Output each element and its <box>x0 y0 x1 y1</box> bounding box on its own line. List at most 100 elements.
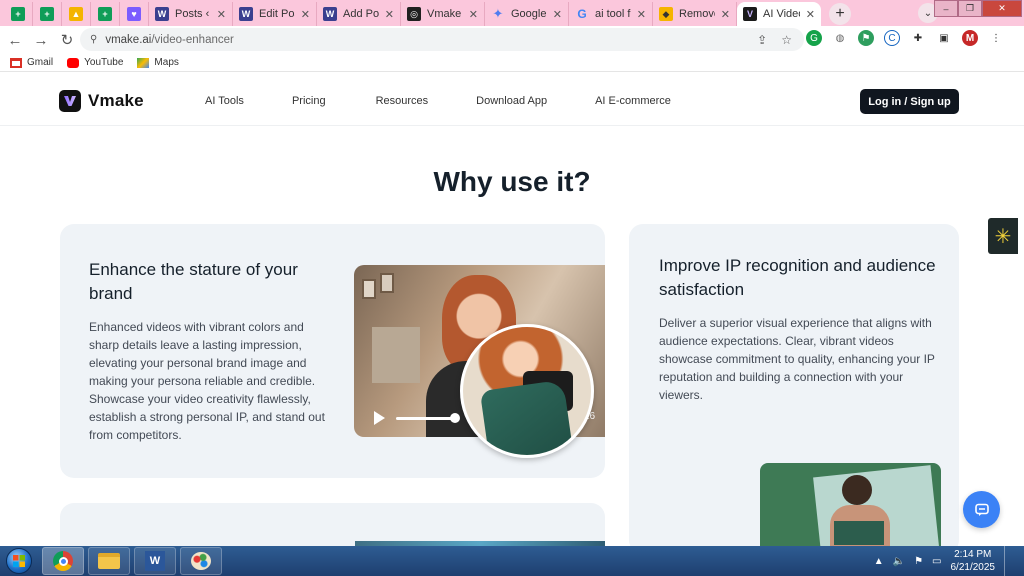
brand-name: Vmake <box>88 91 144 110</box>
shelf-image <box>372 327 420 383</box>
video-progress-track[interactable] <box>396 417 454 420</box>
site-info-icon[interactable]: ⚲ <box>90 34 97 45</box>
copyright-extension-icon[interactable]: C <box>884 30 900 46</box>
address-bar[interactable]: ⚲ vmake.ai/video-enhancer ⇪ ☆ <box>80 28 804 51</box>
close-icon[interactable]: ✕ <box>553 8 562 21</box>
youtube-icon <box>67 57 80 68</box>
nav-download-app[interactable]: Download App <box>476 95 547 107</box>
tab-title: Edit Post <box>259 8 295 20</box>
chat-support-icon[interactable] <box>963 491 1000 528</box>
browser-tab[interactable]: W Edit Post ✕ <box>233 2 317 26</box>
browser-menu-icon[interactable]: ⋮ <box>988 30 1004 46</box>
system-tray: ▲ 🔈 ⚑ ▭ 2:14 PM 6/21/2025 <box>874 546 1024 576</box>
browser-tab[interactable]: ✦ Google G ✕ <box>485 2 569 26</box>
puzzle-extensions-icon[interactable]: ✚ <box>910 30 926 46</box>
window-close-button[interactable]: ✕ <box>982 0 1022 17</box>
show-desktop-button[interactable] <box>1004 546 1014 576</box>
browser-tab[interactable]: ◎ Vmake AI ✕ <box>401 2 485 26</box>
action-center-flag-icon[interactable]: ⚑ <box>914 556 923 567</box>
close-icon[interactable]: ✕ <box>385 8 394 21</box>
bookmark-youtube[interactable]: YouTube <box>67 57 123 68</box>
gmail-icon <box>10 57 22 68</box>
card-description: Deliver a superior visual experience tha… <box>659 316 935 402</box>
play-icon[interactable] <box>374 411 385 425</box>
profile-avatar[interactable]: M <box>962 30 978 46</box>
word-icon: W <box>145 551 165 571</box>
bookmark-label: YouTube <box>84 57 124 68</box>
taskbar-word[interactable]: W <box>134 547 176 575</box>
side-panel-icon[interactable]: ▣ <box>936 30 952 46</box>
tab-title: ai tool for <box>595 8 631 20</box>
clock[interactable]: 2:14 PM 6/21/2025 <box>951 548 996 574</box>
volume-muted-icon[interactable]: 🔈 <box>893 556 905 567</box>
browser-tab[interactable]: ◆ Remove B ✕ <box>653 2 737 26</box>
wall-frame-image <box>380 273 394 293</box>
tab-title: Posts ‹ ai <box>175 8 211 20</box>
browser-tab[interactable]: + <box>4 2 33 26</box>
wordpress-icon: W <box>323 7 337 21</box>
back-arrow-icon[interactable]: ← <box>2 32 28 49</box>
network-icon[interactable]: ▭ <box>932 556 941 567</box>
green-extension-icon[interactable]: ⚑ <box>858 30 874 46</box>
grammarly-extension-icon[interactable]: G <box>806 30 822 46</box>
tray-arrow-icon[interactable]: ▲ <box>874 556 884 567</box>
openai-icon: ◎ <box>407 7 421 21</box>
forward-arrow-icon[interactable]: → <box>28 32 54 49</box>
tab-title: AI Video E <box>763 8 800 20</box>
minimize-button[interactable]: – <box>934 0 958 17</box>
bookmarks-bar: Gmail YouTube Maps <box>0 54 1024 72</box>
close-icon[interactable]: ✕ <box>637 8 646 21</box>
video-progress-handle[interactable] <box>450 413 460 423</box>
nav-resources[interactable]: Resources <box>376 95 429 107</box>
taskbar-file-explorer[interactable] <box>88 547 130 575</box>
browser-tab-active[interactable]: V AI Video E ✕ <box>737 2 821 26</box>
browser-tab[interactable]: + <box>33 2 62 26</box>
bookmark-gmail[interactable]: Gmail <box>10 57 53 68</box>
globe-extension-icon[interactable]: ◍ <box>832 30 848 46</box>
clock-date: 6/21/2025 <box>950 562 996 573</box>
new-tab-button[interactable]: + <box>829 3 851 25</box>
browser-tab[interactable]: W Add Post ✕ <box>317 2 401 26</box>
bookmark-star-icon[interactable]: ☆ <box>781 33 792 47</box>
url-host: vmake.ai <box>105 33 152 46</box>
close-icon[interactable]: ✕ <box>217 8 226 21</box>
browser-tab[interactable]: W Posts ‹ ai ✕ <box>149 2 233 26</box>
vmake-logo[interactable]: Vmake <box>59 90 144 112</box>
taskbar-paint[interactable] <box>180 547 222 575</box>
green-shirt-image <box>479 379 575 455</box>
browser-tab-strip: + + ▲ + ♥ W Posts ‹ ai ✕ W Edit Post ✕ W Add … <box>0 0 1024 26</box>
browser-toolbar: ← → ↻ ⚲ vmake.ai/video-enhancer ⇪ ☆ G ◍ … <box>0 26 1024 54</box>
taskbar-chrome[interactable] <box>42 547 84 575</box>
bookmark-maps[interactable]: Maps <box>137 57 179 68</box>
browser-tab[interactable]: ▲ <box>62 2 91 26</box>
browser-tab[interactable]: Gai tool for ✕ <box>569 2 653 26</box>
start-button[interactable] <box>0 546 38 576</box>
close-icon[interactable]: ✕ <box>469 8 478 21</box>
close-icon[interactable]: ✕ <box>301 8 310 21</box>
windows-taskbar: W ▲ 🔈 ⚑ ▭ 2:14 PM 6/21/2025 <box>0 546 1024 576</box>
close-icon[interactable]: ✕ <box>721 8 730 21</box>
tab-title: Add Post <box>343 8 379 20</box>
gemini-icon: ✦ <box>492 6 504 21</box>
nav-pricing[interactable]: Pricing <box>292 95 326 107</box>
nav-ai-ecommerce[interactable]: AI E-commerce <box>595 95 671 107</box>
close-icon[interactable]: ✕ <box>806 8 815 21</box>
nav-ai-tools[interactable]: AI Tools <box>205 95 244 107</box>
reload-icon[interactable]: ↻ <box>54 31 80 49</box>
window-controls: – ❐ ✕ <box>934 0 1022 17</box>
share-icon[interactable]: ⇪ <box>757 33 767 47</box>
tab-title: Google G <box>511 8 547 20</box>
login-signup-button[interactable]: Log in / Sign up <box>860 89 959 114</box>
url-path: /video-enhancer <box>151 33 234 46</box>
side-widget-icon[interactable]: ✳ <box>988 218 1018 254</box>
bookmark-label: Gmail <box>27 57 54 68</box>
browser-tab[interactable]: + <box>91 2 120 26</box>
wall-frame-image <box>362 279 376 299</box>
tab-title: Vmake AI <box>427 8 463 20</box>
card-description: Enhanced videos with vibrant colors and … <box>89 320 325 442</box>
sheets-icon: + <box>11 7 25 21</box>
browser-tab[interactable]: ♥ <box>120 2 149 26</box>
section-title: Why use it? <box>433 166 591 197</box>
restore-button[interactable]: ❐ <box>958 0 982 17</box>
site-nav: AI Tools Pricing Resources Download App … <box>205 95 719 107</box>
